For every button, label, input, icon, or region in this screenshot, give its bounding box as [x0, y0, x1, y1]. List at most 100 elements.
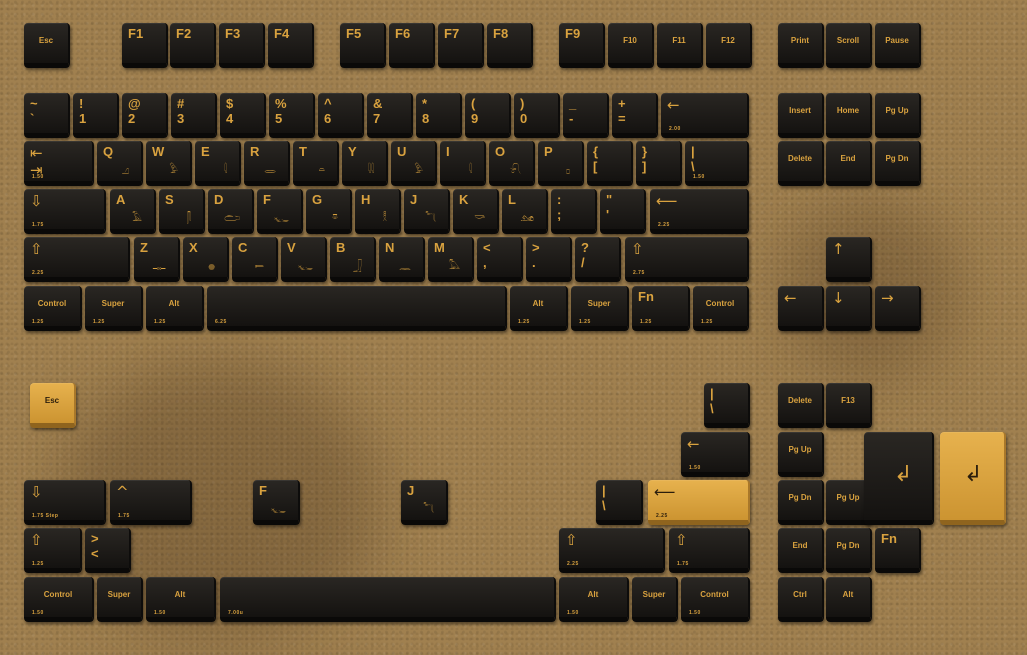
iso-enter-key: ↲: [864, 432, 934, 525]
super-key: Super: [97, 577, 143, 622]
number-row-key: + =: [612, 93, 658, 138]
hieroglyph-sublegend: 𓅱: [169, 165, 178, 176]
letter-key: < ,: [477, 237, 523, 282]
letter-key: ? /: [575, 237, 621, 282]
letter-key: X𓐍: [183, 237, 229, 282]
key-legend: Pg Dn: [885, 154, 909, 163]
key-legend: ↲: [894, 462, 913, 487]
right-shift-key: ⇧ 2.25: [559, 528, 665, 573]
key-legend: I: [446, 144, 450, 159]
key-legend: ⇩: [30, 192, 43, 210]
letter-key: U𓅱: [391, 141, 437, 186]
hieroglyph-sublegend: 𓂧: [224, 213, 240, 224]
key-legend: Scroll: [836, 36, 860, 45]
key-legend: Delete: [787, 154, 812, 163]
alt-key: Alt 1.50: [559, 577, 629, 622]
key-legend: { [: [593, 144, 599, 174]
key-legend: F2: [176, 26, 192, 41]
key-legend: % 5: [275, 96, 287, 126]
key-legend: Control: [43, 590, 73, 599]
backslash-key: | \: [704, 383, 750, 428]
number-row-key: @ 2: [122, 93, 168, 138]
control-key: Control 1.50: [24, 577, 94, 622]
function-key: F7: [438, 23, 484, 68]
letter-key: I𓇋: [440, 141, 486, 186]
hieroglyph-sublegend: 𓊪: [565, 165, 570, 176]
function-key: F11: [657, 23, 703, 68]
key-legend: Fn: [881, 531, 897, 546]
key-legend: F9: [565, 26, 581, 41]
letter-key: F𓆑: [257, 189, 303, 234]
unit-size-label: 1.50: [689, 465, 701, 471]
unit-size-label: 1.25: [579, 319, 591, 325]
key-legend: | \: [710, 386, 714, 416]
unit-size-label: 1.25: [32, 319, 44, 325]
letter-key: " ': [600, 189, 646, 234]
key-legend: Z: [140, 240, 148, 255]
alt-key: Alt: [826, 577, 872, 622]
unit-size-label: 1.75: [118, 513, 130, 519]
unit-size-label: 1.25: [640, 319, 652, 325]
key-legend: F6: [395, 26, 411, 41]
key-legend: ( 9: [471, 96, 479, 126]
hieroglyph-sublegend: 𓆓: [423, 504, 434, 515]
key-legend: Ctrl: [793, 590, 807, 599]
hieroglyph-sublegend: 𓏏: [318, 165, 325, 176]
number-row-key: # 3: [171, 93, 217, 138]
hieroglyph-sublegend: 𓇌: [367, 165, 374, 176]
unit-size-label: 2.00: [669, 126, 681, 132]
letter-key: D𓂧: [208, 189, 254, 234]
nav-key: Insert: [778, 93, 824, 138]
function-key: F4: [268, 23, 314, 68]
nav-key: Pg Up: [875, 93, 921, 138]
key-legend: ↓: [832, 289, 845, 307]
unit-size-label: 1.25: [701, 319, 713, 325]
key-legend: Print: [790, 36, 810, 45]
key-legend: Control: [37, 299, 67, 308]
end-key: End: [778, 528, 824, 573]
key-legend: & 7: [373, 96, 383, 126]
enter-key: ⟵ 2.25: [648, 480, 750, 525]
super-key: Super 1.25: [85, 286, 143, 331]
hieroglyph-sublegend: 𓊃: [152, 261, 166, 272]
key-legend: N: [385, 240, 395, 255]
key-legend: ⇩: [30, 483, 43, 501]
key-legend: $ 4: [226, 96, 234, 126]
key-legend: F13: [841, 396, 855, 405]
key-legend: Pg Dn: [788, 493, 812, 502]
key-legend: ~ `: [30, 96, 38, 126]
letter-key: A𓄿: [110, 189, 156, 234]
function-key: F8: [487, 23, 533, 68]
key-legend: K: [459, 192, 469, 207]
function-key: F12: [706, 23, 752, 68]
key-legend: Home: [836, 106, 860, 115]
letter-key: J𓆓: [404, 189, 450, 234]
tab-key: ⇤ ⇥ 1.50: [24, 141, 94, 186]
system-key: Scroll: [826, 23, 872, 68]
fn-key: Fn: [875, 528, 921, 573]
key-legend: ⇧: [675, 531, 688, 549]
system-key: Print: [778, 23, 824, 68]
key-legend: Delete: [787, 396, 812, 405]
letter-key: G𓎼: [306, 189, 352, 234]
key-legend: A: [116, 192, 126, 207]
unit-size-label: 1.25: [154, 319, 166, 325]
hieroglyph-sublegend: 𓂋: [264, 165, 276, 176]
ctrl-key: Ctrl: [778, 577, 824, 622]
key-legend: F10: [623, 36, 637, 45]
page-down-key: Pg Dn: [778, 480, 824, 525]
key-legend: ^ 6: [324, 96, 332, 126]
key-legend: Alt: [842, 590, 854, 599]
letter-key: O𓍯: [489, 141, 535, 186]
unit-size-label: 2.25: [32, 270, 44, 276]
unit-size-label: 2.25: [658, 222, 670, 228]
letter-key: L𓃭: [502, 189, 548, 234]
key-legend: ⇧: [30, 240, 43, 258]
key-legend: ? /: [581, 240, 589, 270]
key-legend: J: [407, 483, 415, 498]
up-arrow-key: ↑: [826, 237, 872, 282]
key-legend: ! 1: [79, 96, 87, 126]
key-legend: End: [792, 541, 808, 550]
hieroglyph-sublegend: 𓆑: [297, 261, 313, 272]
hieroglyph-sublegend: 𓄿: [132, 213, 142, 224]
